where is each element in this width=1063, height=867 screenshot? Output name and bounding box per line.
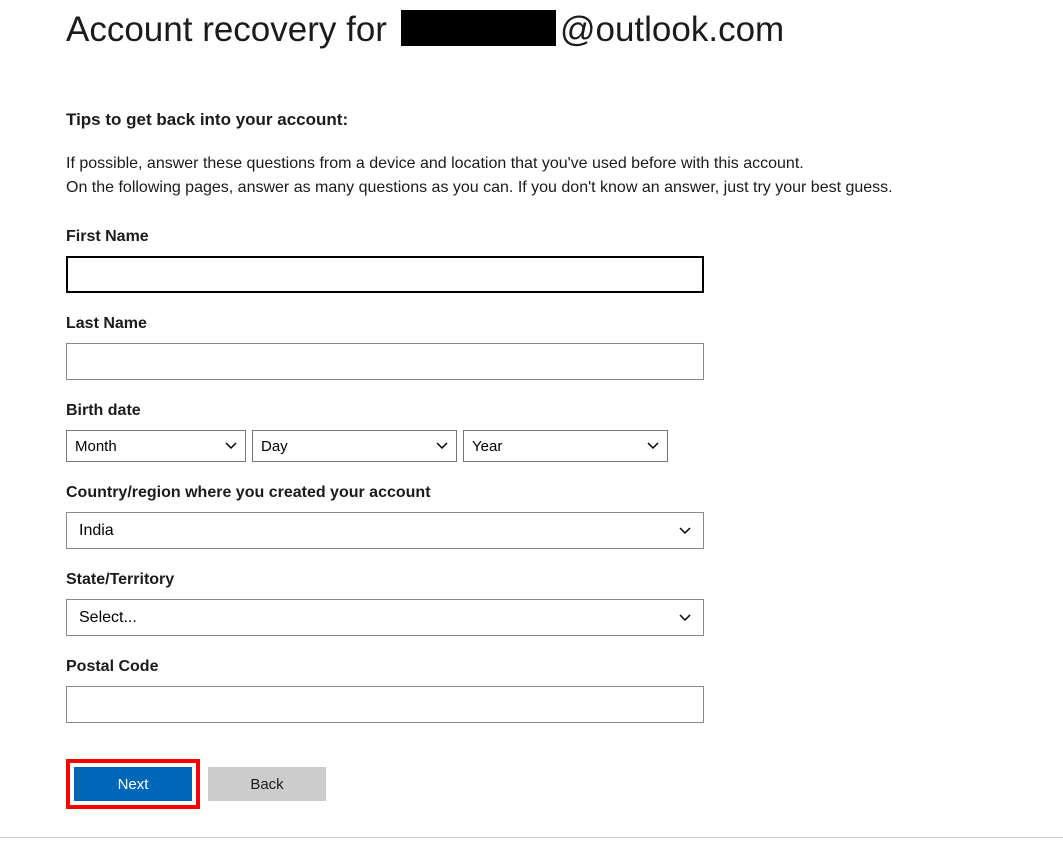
country-label: Country/region where you created your ac… (66, 484, 997, 502)
birth-month-select[interactable]: Month (66, 430, 246, 462)
next-button-highlight: Next (66, 759, 200, 809)
redacted-username (401, 10, 556, 46)
tips-heading: Tips to get back into your account: (66, 110, 997, 130)
tips-text: If possible, answer these questions from… (66, 152, 997, 200)
footer-divider (0, 837, 1063, 838)
first-name-input[interactable] (66, 256, 704, 293)
state-select[interactable]: Select... (66, 599, 704, 636)
state-label: State/Territory (66, 571, 997, 589)
birth-day-select[interactable]: Day (252, 430, 457, 462)
page-title: Account recovery for @outlook.com (66, 10, 997, 50)
birth-year-select[interactable]: Year (463, 430, 668, 462)
birth-date-label: Birth date (66, 402, 997, 420)
back-button[interactable]: Back (208, 767, 326, 801)
next-button[interactable]: Next (74, 767, 192, 801)
last-name-input[interactable] (66, 343, 704, 380)
tips-line1: If possible, answer these questions from… (66, 155, 804, 172)
postal-input[interactable] (66, 686, 704, 723)
country-select[interactable]: India (66, 512, 704, 549)
first-name-label: First Name (66, 228, 997, 246)
title-prefix: Account recovery for (66, 10, 387, 50)
title-domain: @outlook.com (560, 10, 784, 50)
tips-line2: On the following pages, answer as many q… (66, 179, 893, 196)
postal-label: Postal Code (66, 658, 997, 676)
last-name-label: Last Name (66, 315, 997, 333)
